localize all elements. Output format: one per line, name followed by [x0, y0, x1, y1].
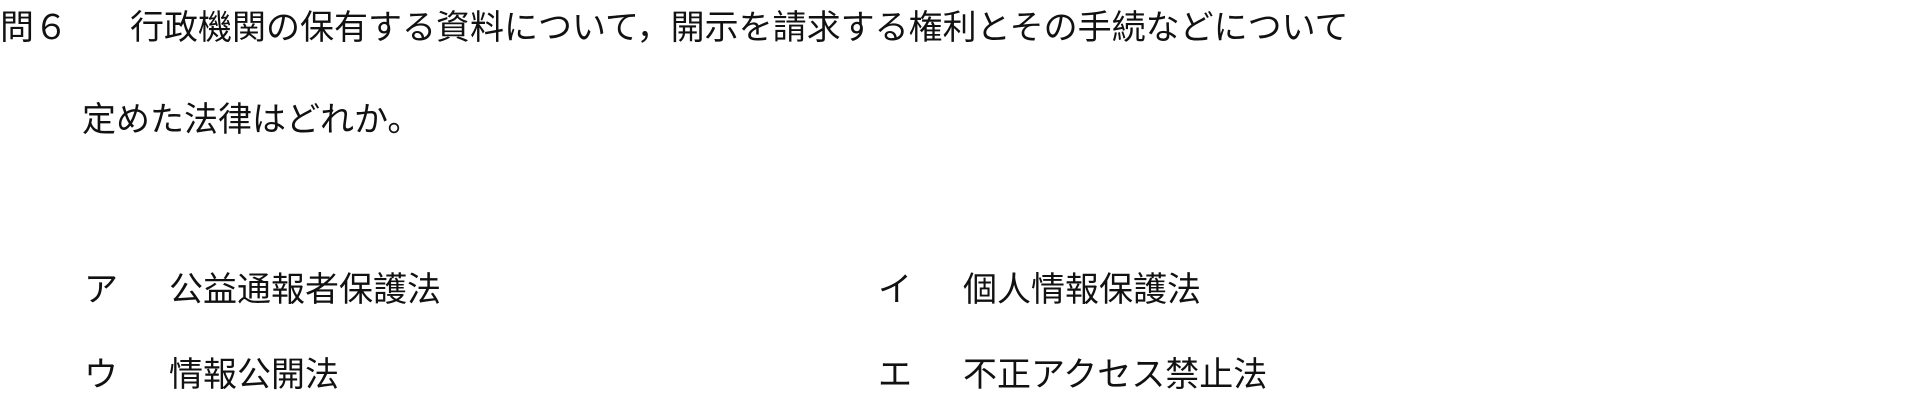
- choice-marker: ア: [84, 270, 118, 310]
- choice-marker: イ: [878, 270, 912, 310]
- question-line-1: 問６ 行政機関の保有する資料について，開示を請求する権利とその手続などについて: [0, 0, 1349, 56]
- choice-text: 不正アクセス禁止法: [963, 355, 1268, 395]
- question-number: 問６: [0, 8, 68, 48]
- choice-text: 公益通報者保護法: [169, 270, 441, 310]
- choice-marker: ウ: [84, 355, 118, 395]
- choice-i: イ 個人情報保護法: [878, 262, 1201, 318]
- question-text-line-2: 定めた法律はどれか。: [82, 100, 422, 140]
- choice-text: 個人情報保護法: [963, 270, 1201, 310]
- choice-marker: エ: [878, 355, 912, 395]
- choice-u: ウ 情報公開法: [84, 347, 339, 403]
- choice-text: 情報公開法: [169, 355, 339, 395]
- question-text-line-1: 行政機関の保有する資料について，開示を請求する権利とその手続などについて: [130, 8, 1349, 48]
- choice-e: エ 不正アクセス禁止法: [878, 347, 1267, 403]
- choice-a: ア 公益通報者保護法: [84, 262, 441, 318]
